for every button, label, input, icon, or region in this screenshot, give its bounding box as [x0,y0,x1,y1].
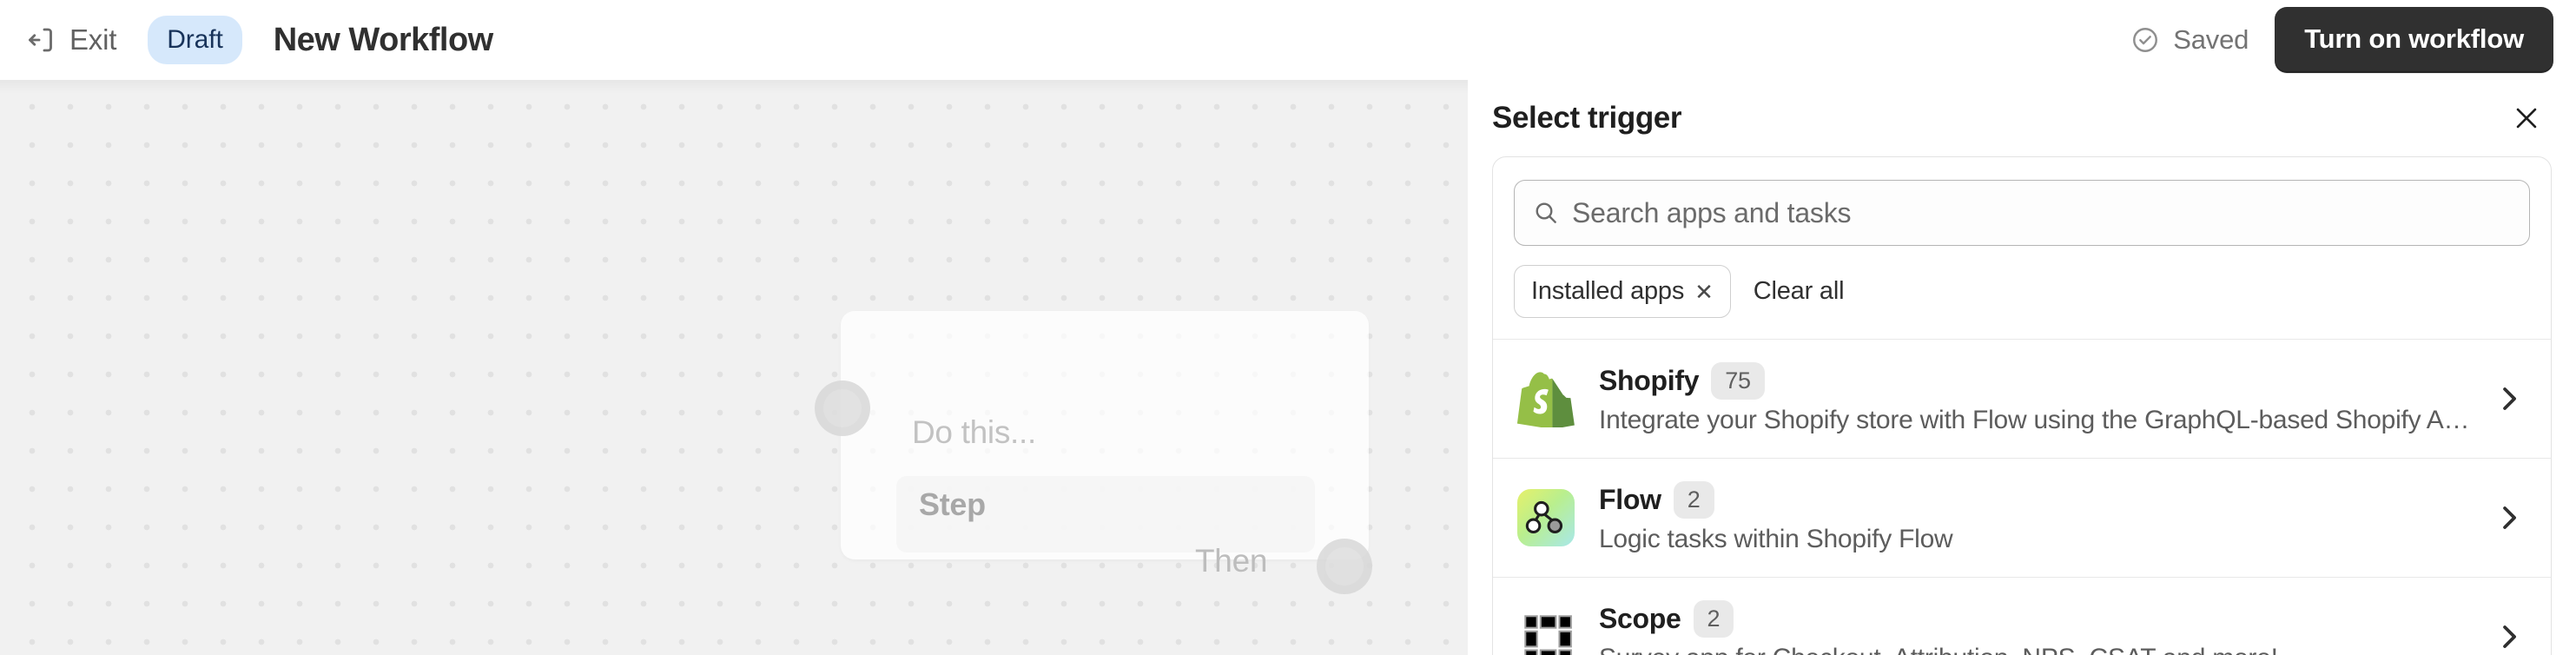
chevron-right-icon[interactable] [2495,622,2525,652]
flow-nodes-icon [1517,489,1575,546]
status-badge: Draft [148,16,242,64]
app-task-count-badge: 2 [1673,481,1714,519]
exit-icon [26,24,57,56]
app-task-count-badge: 75 [1711,362,1765,400]
app-list-item-scope[interactable]: Scope 2 Survey app for Checkout, Attribu… [1493,578,2551,655]
saved-status: Saved [2130,24,2249,56]
app-name-line: Scope 2 [1599,600,2471,638]
app-list-item-text: Scope 2 Survey app for Checkout, Attribu… [1599,600,2471,655]
search-box[interactable] [1514,180,2530,246]
exit-label: Exit [69,23,117,56]
saved-label: Saved [2173,24,2249,55]
search-and-filters: Installed apps ✕ Clear all [1493,157,2551,340]
app-list-item-text: Shopify 75 Integrate your Shopify store … [1599,362,2471,435]
scope-grid-icon [1517,608,1575,655]
clear-all-filters-button[interactable]: Clear all [1740,267,1859,316]
page-title: New Workflow [273,21,494,58]
step-input-handle-inner [823,389,862,427]
shopify-bag-icon [1517,370,1575,427]
step-then-label: Then [1195,543,1268,579]
active-filters-row: Installed apps ✕ Clear all [1514,265,2530,318]
app-list-item-shopify[interactable]: Shopify 75 Integrate your Shopify store … [1493,340,2551,459]
top-bar: Exit Draft New Workflow Saved Turn on wo… [0,0,2576,80]
step-output-handle-inner [1325,547,1364,586]
chevron-right-icon[interactable] [2495,503,2525,533]
step-output-handle[interactable] [1317,539,1372,594]
filter-chip-label: Installed apps [1531,277,1685,305]
chevron-right-icon[interactable] [2495,384,2525,414]
app-task-count-badge: 2 [1693,600,1734,638]
top-bar-right-group: Saved Turn on workflow [2130,7,2576,73]
panel-title: Select trigger [1492,101,1682,135]
app-description: Logic tasks within Shopify Flow [1599,525,1953,553]
step-input-handle[interactable] [815,380,870,436]
app-list-item-text: Flow 2 Logic tasks within Shopify Flow [1599,481,2471,554]
app-description: Survey app for Checkout, Attribution, NP… [1599,644,2471,655]
app-name-line: Shopify 75 [1599,362,2471,400]
app-name-line: Flow 2 [1599,481,2471,519]
trigger-picker-card: Installed apps ✕ Clear all Shopify 75 [1492,156,2552,655]
app-name: Flow [1599,484,1661,515]
top-bar-left-group: Exit Draft New Workflow [0,16,493,64]
filter-chip-installed-apps[interactable]: Installed apps ✕ [1514,265,1731,318]
step-label: Step [919,486,986,522]
select-trigger-panel: Select trigger Ins [1468,80,2576,655]
panel-header: Select trigger [1468,80,2576,156]
check-circle-icon [2130,25,2160,55]
app-description: Integrate your Shopify store with Flow u… [1599,406,2471,434]
app-name: Shopify [1599,365,1700,396]
exit-button[interactable]: Exit [19,18,123,62]
close-panel-button[interactable] [2505,96,2548,140]
search-icon [1532,199,1560,227]
turn-on-workflow-button[interactable]: Turn on workflow [2275,7,2553,73]
close-small-icon[interactable]: ✕ [1694,281,1714,303]
search-input[interactable] [1572,196,2512,229]
app-name: Scope [1599,603,1681,634]
close-icon [2512,103,2541,133]
step-placeholder-label: Do this... [912,414,1036,450]
app-list-item-flow[interactable]: Flow 2 Logic tasks within Shopify Flow [1493,459,2551,578]
